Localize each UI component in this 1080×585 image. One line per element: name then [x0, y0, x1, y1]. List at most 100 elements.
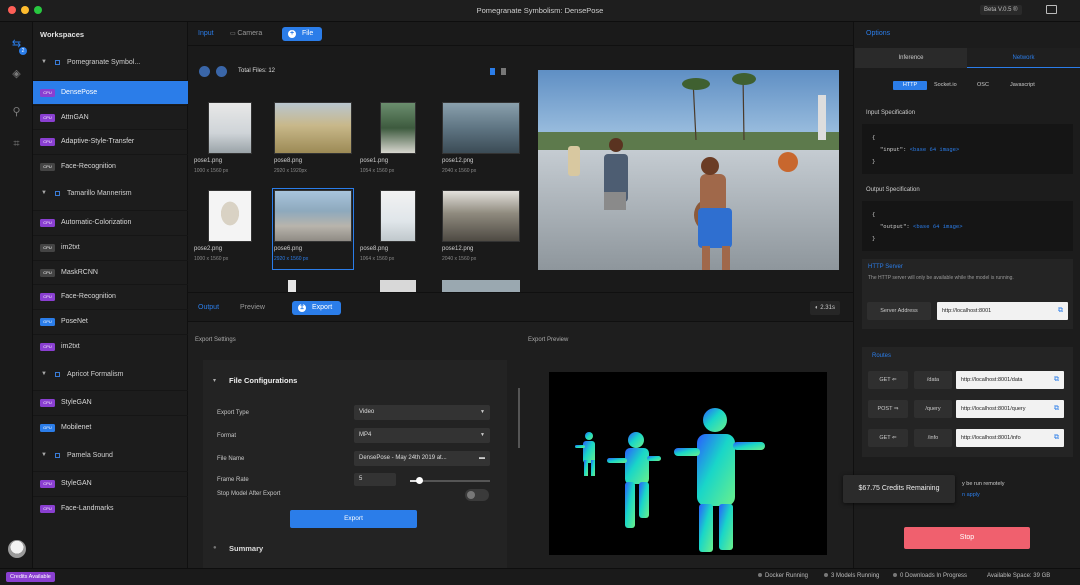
frame-rate-input[interactable]: 5 [354, 473, 396, 486]
protocol-javascript[interactable]: Javascript [1010, 82, 1035, 88]
chevron-right-icon[interactable]: ● [213, 545, 217, 551]
sidebar-item-label: im2txt [61, 244, 80, 251]
link-icon[interactable]: ⚲ [10, 106, 23, 119]
file-size: 2040 x 1560 px [442, 168, 477, 174]
file-size: 1054 x 1560 px [360, 168, 395, 174]
export-type-select[interactable]: Video ▼ [354, 405, 490, 420]
folder-icon [55, 453, 60, 458]
grid-view-icon[interactable] [490, 68, 495, 75]
chevron-down-icon[interactable]: ▾ [213, 377, 216, 384]
tab-camera[interactable]: ▭ Camera [230, 30, 262, 37]
cpu-badge: CPU [40, 89, 55, 97]
user-avatar[interactable] [8, 540, 26, 558]
next-icon[interactable] [216, 66, 227, 77]
sidebar-item-im2txt[interactable]: CPU im2txt [33, 334, 188, 358]
file-thumbnail[interactable]: pose1.png 1000 x 1560 px [194, 102, 266, 188]
copy-icon[interactable]: ⧉ [1054, 400, 1059, 418]
tab-inference[interactable]: Inference [855, 48, 967, 68]
protocol-http[interactable]: HTTP [893, 81, 927, 90]
file-thumbnail[interactable]: pose12.png 2040 x 1560 px [442, 190, 520, 274]
sidebar-item-face-recognition[interactable]: CPU Face-Recognition [33, 284, 188, 308]
stop-button[interactable]: Stop [904, 527, 1030, 549]
route-method: GET ⇐ [868, 429, 908, 447]
scrollbar[interactable] [518, 388, 520, 448]
docker-status: Docker Running [758, 573, 808, 579]
file-thumbnail[interactable]: pose8.png 2920 x 1920px [274, 102, 352, 188]
tab-file[interactable]: + File [282, 27, 323, 41]
format-label: Format [217, 433, 237, 439]
server-address-field[interactable]: http://localhost:8001 ⧉ [937, 302, 1068, 320]
tab-export[interactable]: ↥ Export [292, 301, 342, 315]
file-thumbnail[interactable]: pose8.png 1064 x 1560 px [360, 190, 432, 274]
file-size: 1064 x 1560 px [360, 256, 395, 262]
file-name-label: File Name [217, 456, 245, 462]
frame-rate-value: 5 [359, 476, 363, 482]
models-status-text: 3 Models Running [831, 573, 880, 579]
input-spec-value: <base 64 image> [909, 146, 960, 153]
crop-icon[interactable]: ⌗ [10, 138, 23, 151]
stop-model-toggle[interactable] [465, 489, 489, 501]
densepose-figures [575, 408, 765, 552]
workspace-group[interactable]: ▼ Pomegranate Symbol... [33, 52, 188, 74]
sidebar-item-adaptive-style-transfer[interactable]: CPU Adaptive-Style-Transfer [33, 129, 188, 153]
workspace-group[interactable]: ▼ Tamarillo Mannerism [33, 183, 188, 205]
close-brace: } [872, 235, 876, 242]
workspace-group[interactable]: ▼ Pamela Sound [33, 445, 188, 467]
folder-icon [55, 372, 60, 377]
file-thumbnail[interactable]: pose2.png 1000 x 1560 px [194, 190, 266, 274]
credits-available-badge[interactable]: Credits Available [6, 572, 55, 582]
copy-icon[interactable]: ⧉ [1058, 302, 1063, 320]
protocol-osc[interactable]: OSC [977, 82, 989, 88]
output-spec-code: { "output": <base 64 image> } [862, 201, 1073, 251]
cpu-badge: CPU [40, 399, 55, 407]
models-icon[interactable]: ◈ [10, 68, 23, 81]
tab-network[interactable]: Network [967, 48, 1080, 68]
sidebar-item-stylegan[interactable]: CPU StyleGAN [33, 390, 188, 414]
cpu-badge: CPU [40, 480, 55, 488]
prev-icon[interactable] [199, 66, 210, 77]
copy-icon[interactable]: ⧉ [1054, 429, 1059, 447]
input-preview-image[interactable] [538, 70, 839, 270]
sidebar-item-automatic-colorization[interactable]: CPU Automatic-Colorization [33, 210, 188, 234]
list-view-icon[interactable] [501, 68, 506, 75]
sidebar-item-mobilenet[interactable]: GPU Mobilenet [33, 415, 188, 439]
workspace-group[interactable]: ▼ Apricot Formalism [33, 364, 188, 386]
file-thumbnail[interactable]: pose1.png 1054 x 1560 px [360, 102, 432, 188]
file-thumbnail-partial[interactable] [288, 280, 296, 292]
sidebar-item-face-landmarks[interactable]: CPU Face-Landmarks [33, 496, 188, 520]
file-thumbnail[interactable]: pose12.png 2040 x 1560 px [442, 102, 520, 188]
route-url[interactable]: http://localhost:8001/query ⧉ [956, 400, 1064, 418]
message-icon[interactable] [1046, 5, 1057, 14]
frame-rate-slider[interactable] [410, 477, 490, 484]
caret-down-icon: ▼ [480, 409, 485, 415]
sidebar-item-posenet[interactable]: GPU PoseNet [33, 309, 188, 333]
file-thumbnail-partial[interactable] [442, 280, 520, 292]
copy-icon[interactable]: ⧉ [1054, 371, 1059, 389]
sidebar-item-label: PoseNet [61, 318, 88, 325]
densepose-output-image[interactable] [549, 372, 827, 555]
cpu-badge: CPU [40, 138, 55, 146]
tab-preview[interactable]: Preview [240, 304, 265, 311]
sidebar-item-maskrcnn[interactable]: CPU MaskRCNN [33, 260, 188, 284]
export-button[interactable]: Export [290, 510, 417, 528]
sidebar-item-label: Automatic-Colorization [61, 219, 132, 226]
format-select[interactable]: MP4 ▼ [354, 428, 490, 443]
sidebar-item-im2txt[interactable]: CPU im2txt [33, 235, 188, 259]
file-name-field[interactable]: DensePose - May 24th 2019 at... ▬ [354, 451, 490, 466]
sidebar-item-densepose[interactable]: CPU DensePose [33, 80, 188, 104]
file-thumbnail-selected[interactable]: pose6.png 2920 x 1560 px [272, 188, 354, 270]
protocol-socket-io[interactable]: Socket.io [934, 82, 957, 88]
route-url[interactable]: http://localhost:8001/info ⧉ [956, 429, 1064, 447]
chevron-down-icon: ▼ [41, 452, 47, 458]
sidebar-item-face-recognition[interactable]: CPU Face-Recognition [33, 154, 188, 178]
sidebar-item-attngan[interactable]: CPU AttnGAN [33, 105, 188, 129]
summary-title[interactable]: Summary [229, 544, 263, 553]
beta-badge[interactable]: Beta V.0.5 ® [980, 5, 1022, 15]
route-url[interactable]: http://localhost:8001/data ⧉ [956, 371, 1064, 389]
workspace-group-label: Pomegranate Symbol... [67, 59, 141, 66]
file-thumbnail-partial[interactable] [380, 280, 416, 292]
sidebar-item-stylegan[interactable]: CPU StyleGAN [33, 471, 188, 495]
caret-down-icon: ▼ [480, 432, 485, 438]
apply-link[interactable]: n apply [962, 492, 980, 498]
sidebar-item-label: Mobilenet [61, 424, 92, 431]
